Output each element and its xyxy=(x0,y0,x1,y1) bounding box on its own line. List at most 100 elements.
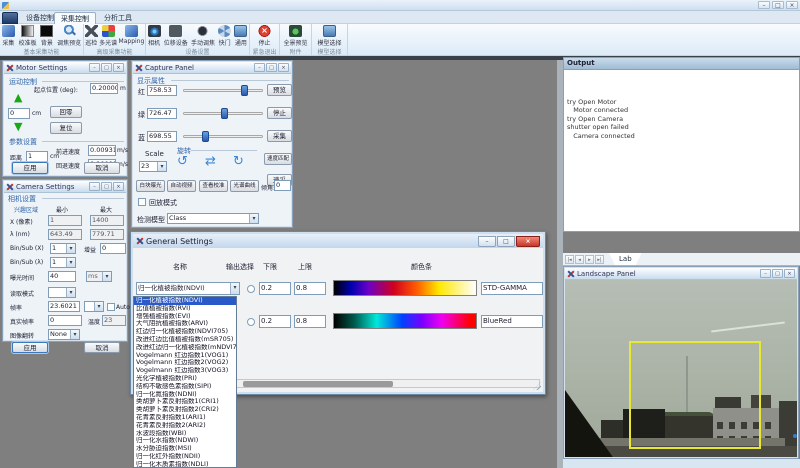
exposure-input[interactable]: 40 xyxy=(48,271,76,282)
close-icon[interactable]: × xyxy=(786,1,798,9)
jog-down-icon[interactable]: ▼ xyxy=(14,121,22,132)
list-item[interactable]: 红边归一化植被指数(NDVI705) xyxy=(134,328,236,336)
view-calibration-button[interactable]: 查看校准 xyxy=(199,180,228,192)
list-item[interactable]: 归一化木质素指数(NDLI) xyxy=(134,461,236,468)
blue-wavelength-input[interactable]: 698.55 xyxy=(147,131,177,142)
colormap-name-row1[interactable]: STD-GAMMA xyxy=(481,282,543,295)
model-select-button[interactable]: 模型选择 xyxy=(317,25,341,47)
colormap-name-row2[interactable]: BlueRed xyxy=(481,315,543,328)
list-item[interactable]: 结构不敏感色素指数(SIPI) xyxy=(134,383,236,391)
apply-button[interactable]: 应用 xyxy=(12,162,48,174)
output-checkbox-row1[interactable] xyxy=(247,285,255,293)
multispectral-button[interactable]: 多光谱 xyxy=(99,25,117,47)
speed-match-button[interactable]: 速度匹配 xyxy=(264,153,292,165)
list-item[interactable]: 花青素反射指数1(ARI1) xyxy=(134,414,236,422)
preview-button[interactable]: 预览 xyxy=(267,84,292,96)
acquire-button[interactable]: 采集 xyxy=(267,130,292,142)
close-icon[interactable]: × xyxy=(278,63,289,72)
rotate-right-icon[interactable]: ↻ xyxy=(233,154,244,169)
framerate-unit-select[interactable] xyxy=(84,301,104,312)
upper-limit-input-row2[interactable]: 0.8 xyxy=(294,315,326,328)
minimize-icon[interactable]: – xyxy=(89,63,100,72)
list-item[interactable]: Vogelmann 红边指数3(VOG3) xyxy=(134,367,236,375)
general-button[interactable]: 通用 xyxy=(234,25,247,47)
blue-slider[interactable] xyxy=(183,131,263,142)
cancel-button[interactable]: 取消 xyxy=(84,342,120,353)
maximize-icon[interactable]: □ xyxy=(772,1,784,9)
close-icon[interactable]: × xyxy=(784,269,795,278)
capture-panel-titlebar[interactable]: Capture Panel – □ × xyxy=(133,62,291,74)
calibration-board-button[interactable]: 校准板 xyxy=(19,25,37,47)
next-tab-icon[interactable]: ▸ xyxy=(585,255,594,264)
maximize-icon[interactable]: □ xyxy=(497,236,515,247)
auto-video-button[interactable]: 自动视频 xyxy=(167,180,196,192)
maximize-icon[interactable]: □ xyxy=(101,182,112,191)
detection-model-select[interactable]: Class xyxy=(167,213,259,224)
first-tab-icon[interactable]: |◂ xyxy=(565,255,574,264)
index-select-row1[interactable]: 归一化植被指数(NDVI) xyxy=(136,282,240,295)
stop-button[interactable]: 停止 xyxy=(258,25,271,47)
output-checkbox-row2[interactable] xyxy=(247,318,255,326)
white-block-exposure-button[interactable]: 白块曝光 xyxy=(136,180,165,192)
list-item[interactable]: 比值植被指数(RVI) xyxy=(134,305,236,313)
bin-x-select[interactable]: 1 xyxy=(50,243,76,254)
forward-speed-input[interactable]: 0.00931 xyxy=(88,145,116,156)
image-flip-select[interactable]: None xyxy=(48,329,80,340)
camera-button[interactable]: 相机 xyxy=(148,25,161,47)
general-settings-titlebar[interactable]: General Settings – □ × xyxy=(133,234,543,248)
minimize-icon[interactable]: – xyxy=(760,269,771,278)
close-icon[interactable]: × xyxy=(113,63,124,72)
list-item[interactable]: 归一化植被指数(NDVI) xyxy=(134,297,236,305)
list-item[interactable]: 类胡萝卜素反射指数2(CRI2) xyxy=(134,406,236,414)
list-item[interactable]: 归一化红外指数(NDII) xyxy=(134,453,236,461)
distance-input[interactable]: 1 xyxy=(26,151,48,162)
lower-limit-input-row1[interactable]: 0.2 xyxy=(259,282,291,295)
lower-limit-input-row2[interactable]: 0.2 xyxy=(259,315,291,328)
maximize-icon[interactable]: □ xyxy=(772,269,783,278)
minimize-icon[interactable]: – xyxy=(89,182,100,191)
stage-button[interactable]: 位移设备 xyxy=(164,25,188,47)
scale-select[interactable]: 23 xyxy=(139,161,167,172)
maximize-icon[interactable]: □ xyxy=(266,63,277,72)
list-item[interactable]: 归一化水指数(NDWI) xyxy=(134,437,236,445)
reset-button[interactable]: 复位 xyxy=(50,122,82,134)
prev-tab-icon[interactable]: ◂ xyxy=(575,255,584,264)
upper-limit-input-row1[interactable]: 0.8 xyxy=(294,282,326,295)
list-item[interactable]: Vogelmann 红边指数1(VOG1) xyxy=(134,352,236,360)
motor-settings-titlebar[interactable]: Motor Settings – □ × xyxy=(4,62,126,74)
list-item[interactable]: 增强植被指数(EVI) xyxy=(134,313,236,321)
cancel-button[interactable]: 取消 xyxy=(84,162,120,174)
list-item[interactable]: Vogelmann 红边指数2(VOG2) xyxy=(134,359,236,367)
close-icon[interactable]: × xyxy=(516,236,540,247)
playback-mode-checkbox[interactable] xyxy=(138,198,146,206)
mapping-button[interactable]: Mapping xyxy=(119,25,145,45)
camera-settings-titlebar[interactable]: Camera Settings – □ × xyxy=(4,181,126,193)
gain-input[interactable]: 0 xyxy=(100,243,126,254)
list-item[interactable]: 光化学植被指数(PRI) xyxy=(134,375,236,383)
apply-button[interactable]: 应用 xyxy=(12,342,48,353)
app-menu-button[interactable] xyxy=(2,12,18,24)
stop-button[interactable]: 停止 xyxy=(267,107,292,119)
red-slider[interactable] xyxy=(183,85,263,96)
background-button[interactable]: 背景 xyxy=(40,25,53,47)
tilt-input[interactable]: 0 xyxy=(274,180,291,191)
auto-framerate-checkbox[interactable] xyxy=(107,303,115,311)
capture-button[interactable]: 采集 xyxy=(2,25,15,47)
close-icon[interactable]: × xyxy=(113,182,124,191)
tab-analysis-tools[interactable]: 分析工具 xyxy=(98,12,138,24)
tab-lab[interactable]: Lab xyxy=(609,253,642,265)
list-item[interactable]: 改进红边归一化植被指数(mNDVI705) xyxy=(134,344,236,352)
camera-live-view[interactable] xyxy=(565,280,797,457)
output-panel-header[interactable]: Output xyxy=(564,58,799,70)
focus-preview-button[interactable]: 调焦预览 xyxy=(57,25,81,47)
flip-icon[interactable]: ⇄ xyxy=(205,154,216,169)
minimize-icon[interactable]: – xyxy=(758,1,770,9)
red-wavelength-input[interactable]: 758.53 xyxy=(147,85,177,96)
landscape-panel-titlebar[interactable]: Landscape Panel – □ × xyxy=(565,268,797,280)
green-wavelength-input[interactable]: 726.47 xyxy=(147,108,177,119)
patrol-button[interactable]: 巡检 xyxy=(85,25,98,47)
roi-overlay-rectangle[interactable] xyxy=(629,341,761,449)
green-slider[interactable] xyxy=(183,108,263,119)
bin-lambda-select[interactable]: 1 xyxy=(50,257,76,268)
list-item[interactable]: 花青素反射指数2(ARI2) xyxy=(134,422,236,430)
